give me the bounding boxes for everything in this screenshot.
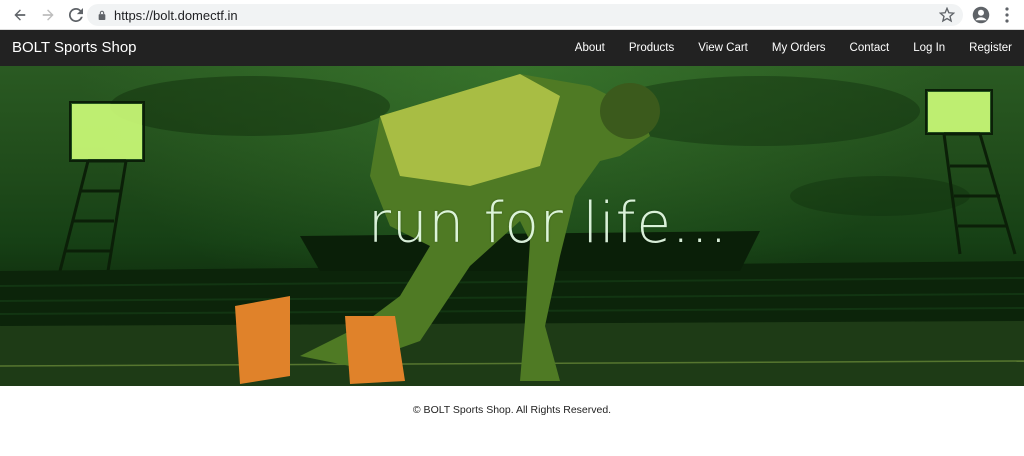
browser-toolbar: https://bolt.domectf.in (0, 0, 1024, 30)
forward-button[interactable] (36, 3, 60, 27)
site-brand[interactable]: BOLT Sports Shop (12, 39, 137, 56)
left-floodlight (58, 101, 145, 272)
account-icon[interactable] (972, 6, 990, 24)
footer-copyright: © BOLT Sports Shop. All Rights Reserved. (412, 404, 612, 416)
hero-banner: run for life... (0, 66, 1024, 386)
nav-log-in[interactable]: Log In (913, 42, 945, 54)
reload-button[interactable] (64, 3, 88, 27)
right-floodlight (925, 89, 1017, 255)
nav-products[interactable]: Products (629, 42, 674, 54)
url-text[interactable]: https://bolt.domectf.in (114, 8, 238, 23)
forward-arrow-icon (42, 8, 54, 21)
site-footer: © BOLT Sports Shop. All Rights Reserved. (0, 386, 1024, 456)
kebab-menu-icon[interactable] (1000, 6, 1014, 24)
star-icon[interactable] (939, 7, 955, 23)
back-button[interactable] (8, 3, 32, 27)
nav-register[interactable]: Register (969, 42, 1012, 54)
site-navbar: BOLT Sports Shop About Products View Car… (0, 30, 1024, 66)
hero-tagline: run for life... (368, 191, 729, 256)
lock-icon (98, 10, 106, 20)
reload-icon (69, 7, 83, 22)
back-arrow-icon (14, 8, 26, 21)
nav-my-orders[interactable]: My Orders (772, 42, 826, 54)
main-nav: About Products View Cart My Orders Conta… (551, 30, 1012, 66)
nav-view-cart[interactable]: View Cart (698, 42, 748, 54)
nav-contact[interactable]: Contact (850, 42, 890, 54)
address-bar[interactable]: https://bolt.domectf.in (87, 4, 963, 26)
nav-about[interactable]: About (575, 42, 605, 54)
